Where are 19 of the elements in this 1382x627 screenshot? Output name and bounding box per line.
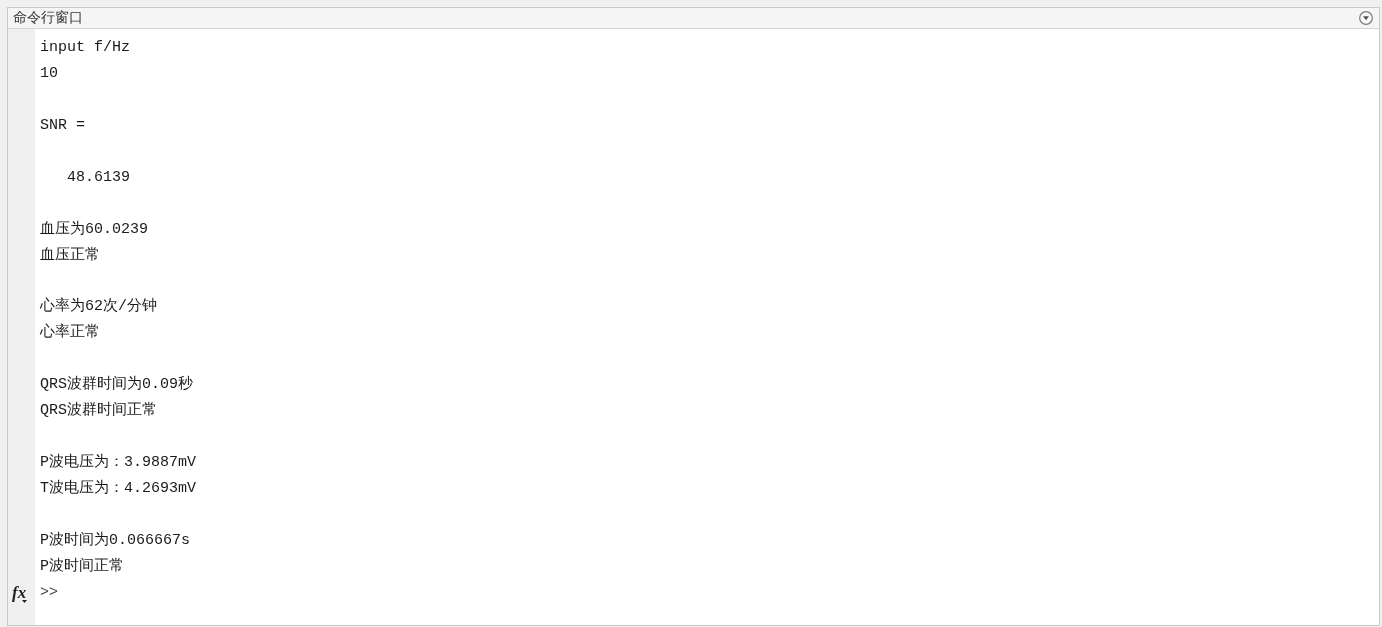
output-line: 血压正常 [40, 245, 100, 266]
output-line: QRS波群时间为0.09秒 [40, 374, 193, 396]
output-line: P波电压为：3.9887mV [40, 452, 196, 473]
output-line: QRS波群时间正常 [40, 400, 157, 422]
output-line: P波时间为0.066667s [40, 530, 190, 551]
command-prompt[interactable]: >> [40, 579, 58, 606]
variable-name: SNR = [40, 115, 85, 136]
window-title: 命令行窗口 [13, 9, 83, 27]
dropdown-icon[interactable] [1359, 11, 1373, 25]
output-line: 血压为60.0239 [40, 219, 148, 240]
output-line: 10 [40, 63, 58, 84]
output-line: input f/Hz [40, 38, 130, 58]
variable-value: 48.6139 [67, 167, 130, 188]
output-line: 心率正常 [40, 322, 100, 344]
caret-icon [22, 599, 28, 603]
function-browser-button[interactable]: fx [8, 581, 35, 604]
output-line: 心率为62次/分钟 [40, 296, 157, 318]
output-line: P波时间正常 [40, 556, 124, 577]
output-line: T波电压为：4.2693mV [40, 478, 196, 499]
